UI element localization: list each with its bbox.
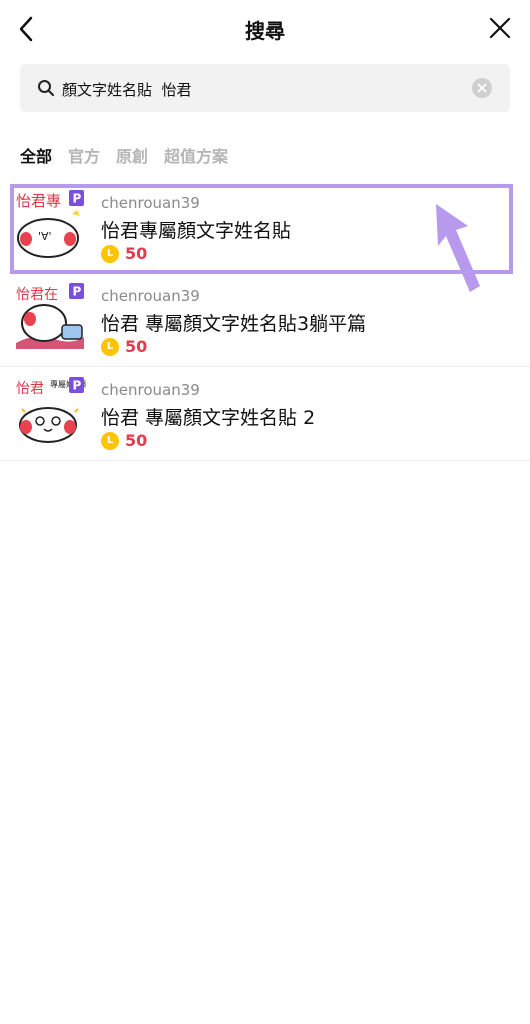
tab-original[interactable]: 原創 bbox=[116, 143, 148, 167]
close-icon bbox=[489, 17, 511, 39]
thumb-text: 怡君 bbox=[16, 381, 44, 397]
sticker-name: 怡君 專屬顏文字姓名貼 2 bbox=[101, 407, 316, 429]
search-icon bbox=[38, 80, 54, 96]
clear-search-icon[interactable] bbox=[472, 78, 492, 98]
header: 搜尋 bbox=[0, 0, 530, 58]
search-bar[interactable] bbox=[20, 64, 510, 112]
coin-icon: L bbox=[101, 431, 119, 450]
page-title: 搜尋 bbox=[245, 19, 285, 43]
sticker-name: 怡君 專屬顏文字姓名貼3躺平篇 bbox=[101, 313, 367, 335]
sticker-thumbnail: 怡君 專屬姓名貼 P bbox=[16, 377, 86, 443]
price-value: 50 bbox=[125, 337, 148, 356]
tab-all[interactable]: 全部 bbox=[20, 143, 52, 167]
price: L 50 bbox=[101, 337, 147, 356]
price-value: 50 bbox=[125, 431, 148, 450]
svg-text:P: P bbox=[73, 285, 82, 299]
svg-text:P: P bbox=[73, 379, 82, 393]
sticker-thumbnail: 怡君在 P bbox=[16, 283, 84, 349]
pointer-arrow-icon bbox=[436, 204, 480, 292]
close-button[interactable] bbox=[488, 16, 512, 40]
coin-icon: L bbox=[101, 337, 119, 356]
author-name: chenrouan39 bbox=[101, 381, 200, 399]
tab-value-bundle[interactable]: 超值方案 bbox=[164, 143, 228, 167]
list-item[interactable]: 怡君 專屬姓名貼 P chenrouan39 怡君 專屬顏文字姓名貼 2 L 5… bbox=[0, 367, 530, 461]
category-tabs: 全部 官方 原創 超值方案 bbox=[20, 143, 228, 167]
search-input[interactable] bbox=[60, 73, 464, 105]
author-name: chenrouan39 bbox=[101, 287, 200, 305]
thumb-text: 怡君在 bbox=[16, 287, 58, 303]
tab-official[interactable]: 官方 bbox=[68, 143, 100, 167]
price: L 50 bbox=[101, 431, 147, 450]
